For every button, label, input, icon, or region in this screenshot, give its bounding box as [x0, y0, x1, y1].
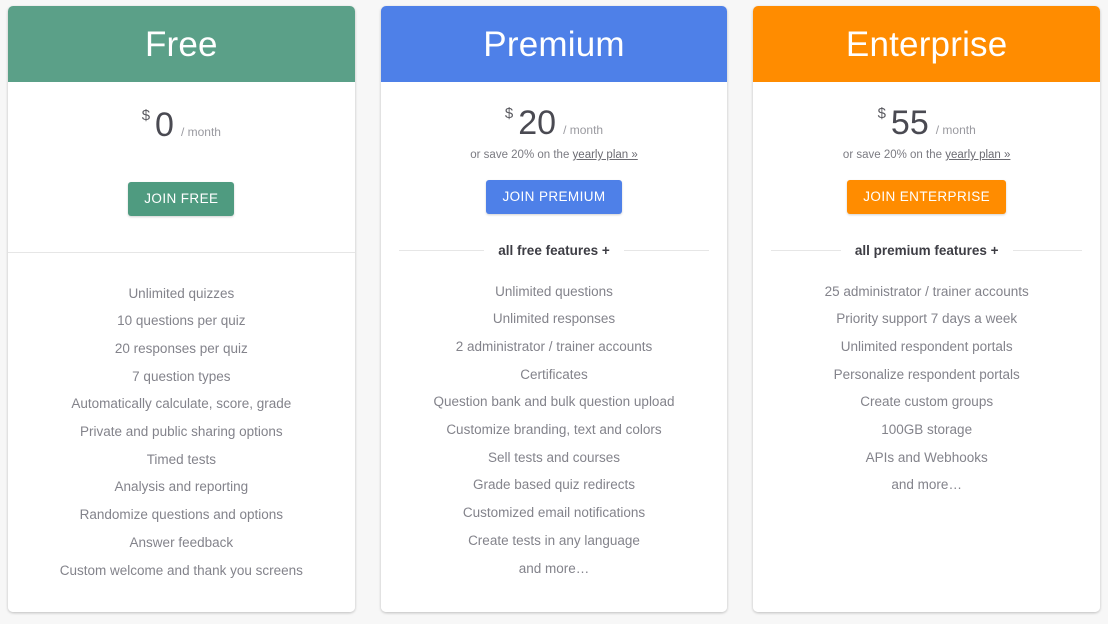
price-period: / month — [180, 125, 221, 139]
price-amount: 0 — [155, 106, 174, 144]
divider-rule-left — [8, 252, 182, 253]
feature-item: Certificates — [520, 366, 588, 382]
plan-title-free: Free — [144, 24, 218, 64]
join-premium-button[interactable]: JOIN PREMIUM — [486, 180, 622, 214]
cta-wrapper: JOIN FREE — [8, 166, 355, 244]
divider-rule-right — [623, 250, 710, 251]
plan-body: $ 0 / month JOIN FREE Unlimited quizzes 1… — [8, 82, 355, 612]
feature-item: 20 responses per quiz — [114, 340, 248, 356]
feature-item: Analysis and reporting — [114, 479, 249, 495]
feature-item: and more… — [518, 560, 590, 576]
features-divider — [8, 244, 355, 262]
price-period: / month — [563, 123, 604, 137]
yearly-plan-note: or save 20% on the yearly plan » — [381, 149, 728, 164]
price-row: $ 0 / month — [141, 106, 221, 144]
features-divider: all free features + — [381, 242, 728, 260]
yearly-plan-note-text: or save 20% on the — [842, 149, 946, 161]
divider-rule-right — [1012, 250, 1083, 251]
price-row: $ 20 / month — [504, 104, 604, 142]
yearly-plan-link[interactable]: yearly plan » — [573, 149, 638, 161]
feature-item: Create tests in any language — [468, 532, 640, 548]
feature-item: Customize branding, text and colors — [446, 422, 662, 438]
feature-item: Randomize questions and options — [79, 507, 284, 523]
cta-wrapper: JOIN ENTERPRISE — [753, 164, 1100, 242]
feature-item: Personalize respondent portals — [833, 366, 1020, 382]
feature-item: and more… — [891, 477, 962, 493]
feature-item: 25 administrator / trainer accounts — [824, 283, 1029, 299]
divider-rule-right — [181, 252, 355, 253]
features-list: 25 administrator / trainer accounts Prior… — [753, 260, 1100, 500]
plan-card-enterprise: Enterprise $ 55 / month or save 20% on t… — [753, 6, 1101, 612]
price-amount: 55 — [890, 104, 929, 142]
feature-item: Unlimited quizzes — [128, 285, 235, 301]
yearly-plan-link[interactable]: yearly plan » — [945, 149, 1010, 161]
feature-item: 7 question types — [132, 368, 231, 384]
plan-header-premium: Premium — [380, 6, 728, 82]
join-free-button[interactable]: JOIN FREE — [128, 182, 235, 216]
price-currency-symbol: $ — [877, 105, 886, 122]
features-divider: all premium features + — [753, 242, 1100, 260]
feature-item: Answer feedback — [129, 534, 234, 550]
join-enterprise-button[interactable]: JOIN ENTERPRISE — [847, 180, 1007, 214]
feature-item: Unlimited responses — [492, 311, 616, 327]
feature-item: Sell tests and courses — [487, 449, 621, 465]
feature-item: Automatically calculate, score, grade — [71, 396, 292, 412]
feature-item: Question bank and bulk question upload — [433, 394, 675, 410]
features-divider-label: all premium features + — [854, 243, 999, 258]
feature-item: Private and public sharing options — [80, 424, 283, 440]
price-block: $ 20 / month or save 20% on the yearly p… — [381, 82, 728, 164]
price-currency-symbol: $ — [504, 105, 514, 122]
feature-item: 100GB storage — [881, 422, 973, 438]
feature-item: 2 administrator / trainer accounts — [455, 338, 653, 354]
yearly-plan-note: or save 20% on the yearly plan » — [753, 149, 1100, 164]
yearly-plan-note-text: or save 20% on the — [470, 149, 573, 161]
price-row: $ 55 / month — [877, 104, 976, 142]
feature-item: Grade based quiz redirects — [472, 477, 636, 493]
feature-item: Create custom groups — [860, 394, 994, 410]
feature-item: Unlimited questions — [495, 283, 613, 299]
features-list: Unlimited questions Unlimited responses 2 … — [381, 260, 728, 583]
plan-title-enterprise: Enterprise — [845, 24, 1008, 64]
cta-wrapper: JOIN PREMIUM — [381, 164, 728, 242]
divider-rule-left — [398, 250, 485, 251]
price-block: $ 0 / month — [8, 82, 355, 166]
feature-item: Timed tests — [146, 451, 216, 467]
feature-item: Customized email notifications — [462, 505, 646, 521]
feature-item: Priority support 7 days a week — [836, 311, 1018, 327]
plan-body: $ 20 / month or save 20% on the yearly p… — [380, 82, 728, 612]
pricing-plans-grid: Free $ 0 / month JOIN FREE Unlimited qui… — [0, 0, 1108, 624]
price-period: / month — [935, 123, 976, 137]
plan-card-premium: Premium $ 20 / month or save 20% on the … — [380, 6, 728, 612]
feature-item: Unlimited respondent portals — [840, 338, 1013, 354]
divider-rule-left — [771, 250, 841, 251]
price-block: $ 55 / month or save 20% on the yearly p… — [753, 82, 1100, 164]
feature-item: APIs and Webhooks — [865, 449, 988, 465]
features-list: Unlimited quizzes 10 questions per quiz 20… — [8, 262, 355, 585]
plan-title-premium: Premium — [483, 24, 625, 64]
features-divider-label: all free features + — [498, 243, 610, 258]
price-amount: 20 — [518, 104, 557, 142]
plan-body: $ 55 / month or save 20% on the yearly p… — [753, 82, 1101, 612]
plan-card-free: Free $ 0 / month JOIN FREE Unlimited qui… — [8, 6, 355, 612]
price-currency-symbol: $ — [141, 107, 151, 124]
feature-item: 10 questions per quiz — [117, 313, 246, 329]
plan-header-free: Free — [8, 6, 355, 82]
feature-item: Custom welcome and thank you screens — [59, 562, 303, 578]
plan-header-enterprise: Enterprise — [753, 6, 1101, 82]
